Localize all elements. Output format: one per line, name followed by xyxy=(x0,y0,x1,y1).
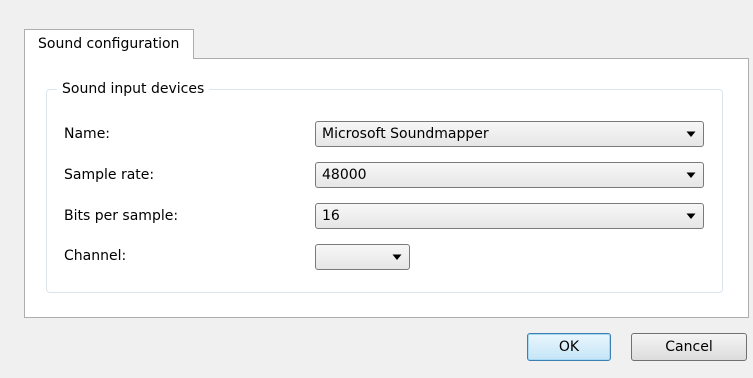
sample-rate-dropdown[interactable]: 48000 xyxy=(315,162,704,188)
chevron-down-icon xyxy=(686,213,696,219)
ok-button[interactable]: OK xyxy=(527,333,611,361)
chevron-down-icon xyxy=(686,172,696,178)
name-dropdown[interactable]: Microsoft Soundmapper xyxy=(315,121,704,147)
sample-rate-label: Sample rate: xyxy=(64,167,155,183)
chevron-down-icon xyxy=(686,131,696,137)
channel-label: Channel: xyxy=(64,248,127,264)
tab-sound-configuration[interactable]: Sound configuration xyxy=(24,29,195,59)
bits-per-sample-dropdown[interactable]: 16 xyxy=(315,203,704,229)
bits-per-sample-dropdown-value: 16 xyxy=(322,208,340,224)
tab-label: Sound configuration xyxy=(38,36,180,52)
name-dropdown-value: Microsoft Soundmapper xyxy=(322,126,489,142)
sample-rate-dropdown-value: 48000 xyxy=(322,167,367,183)
group-title: Sound input devices xyxy=(57,79,210,99)
bits-per-sample-label: Bits per sample: xyxy=(64,208,179,224)
name-label: Name: xyxy=(64,126,111,142)
sound-input-devices-group: Sound input devices Name: Microsoft Soun… xyxy=(46,79,723,293)
channel-dropdown[interactable] xyxy=(315,244,410,270)
chevron-down-icon xyxy=(392,254,402,260)
tab-panel: Sound input devices Name: Microsoft Soun… xyxy=(24,58,749,318)
cancel-button[interactable]: Cancel xyxy=(631,333,747,361)
